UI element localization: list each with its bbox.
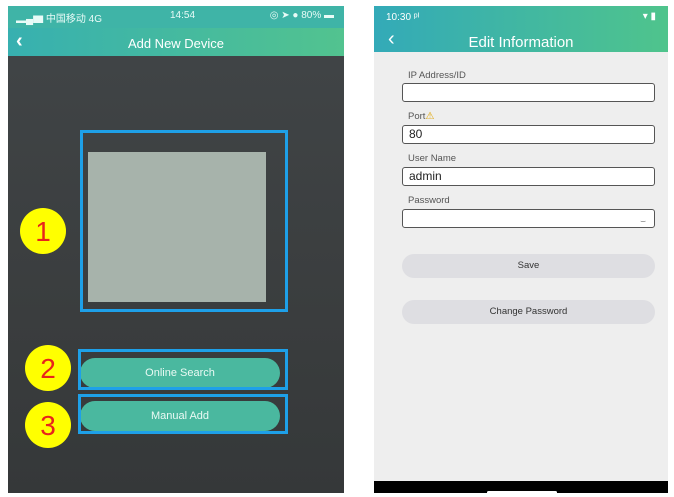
edit-information-screen: 10:30 ᵖᴵ ▾ ▮ ‹ Edit Information IP Addre…	[374, 6, 668, 493]
status-icons: ▾ ▮	[642, 11, 656, 22]
port-input[interactable]: 80	[402, 125, 655, 144]
page-title: Add New Device	[127, 36, 225, 51]
online-search-highlight	[78, 349, 288, 390]
status-time: 10:30 ᵖᴵ	[386, 12, 420, 23]
home-indicator[interactable]	[487, 491, 557, 493]
change-password-button[interactable]: Change Password	[402, 300, 655, 324]
step-badge-2: 2	[25, 345, 71, 391]
status-icons: ◎ ➤ ● 80% ▬	[269, 10, 334, 21]
username-input[interactable]: admin	[402, 167, 655, 186]
username-label: User Name	[408, 153, 457, 164]
warning-icon: ⚠	[425, 111, 435, 122]
show-password-eye-icon[interactable]: ⌣	[640, 213, 646, 230]
ip-address-label: IP Address/ID	[408, 70, 466, 81]
save-button[interactable]: Save	[402, 254, 655, 278]
step-badge-3: 3	[25, 402, 71, 448]
step-badge-1: 1	[20, 208, 66, 254]
add-device-screen: ▂▄▆ 中国移动 4G 14:54 ◎ ➤ ● 80% ▬ ‹ Add New …	[8, 6, 344, 493]
password-input[interactable]: ⌣	[402, 209, 655, 228]
page-title: Edit Information	[468, 34, 574, 51]
ip-address-input[interactable]	[402, 83, 655, 102]
carrier-signal: ▂▄▆ 中国移动 4G	[16, 14, 102, 25]
manual-add-highlight	[78, 394, 288, 434]
nav-header: ‹ Add New Device	[8, 28, 344, 56]
status-time: 14:54	[170, 10, 196, 21]
port-label-text: Port	[408, 111, 426, 122]
nav-header: 10:30 ᵖᴵ ▾ ▮ ‹ Edit Information	[374, 6, 668, 52]
status-bar: ▂▄▆ 中国移动 4G 14:54 ◎ ➤ ● 80% ▬	[8, 6, 344, 28]
password-label: Password	[408, 195, 450, 206]
port-label: Port⚠	[408, 111, 434, 122]
qr-highlight-frame	[80, 130, 288, 312]
